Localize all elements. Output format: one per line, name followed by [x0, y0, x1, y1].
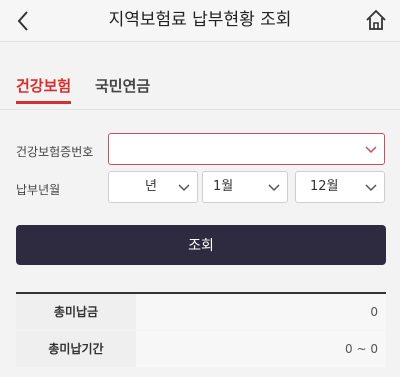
- chevron-down-icon: [365, 184, 377, 192]
- tab-bar: 건강보험 국민연금: [0, 66, 400, 110]
- home-icon: [366, 9, 386, 30]
- app-header: 지역보험료 납부현황 조회: [0, 0, 400, 42]
- tab-national-pension[interactable]: 국민연금: [95, 74, 150, 104]
- summary-table: 총미납금 0 총미납기간 0 ~ 0: [16, 292, 386, 377]
- month-end-select[interactable]: 12월: [295, 171, 385, 203]
- month-start-value: 1월: [213, 179, 234, 194]
- month-end-value: 12월: [310, 179, 339, 194]
- total-unpaid-amount-label: 총미납금: [16, 294, 136, 330]
- payment-month-label: 납부년월: [16, 183, 61, 197]
- year-select-value: 년: [145, 179, 157, 194]
- table-row: 총미납기간 0 ~ 0: [16, 331, 386, 367]
- total-unpaid-amount-value: 0: [136, 294, 386, 330]
- page-title: 지역보험료 납부현황 조회: [108, 10, 292, 30]
- table-row: 총미납금 0: [16, 294, 386, 330]
- total-unpaid-period-label: 총미납기간: [16, 331, 136, 367]
- chevron-down-icon: [268, 184, 280, 192]
- insurance-number-label: 건강보험증번호: [16, 145, 94, 159]
- month-start-select[interactable]: 1월: [202, 171, 288, 203]
- chevron-down-icon: [365, 146, 377, 154]
- chevron-left-icon: [17, 11, 28, 31]
- back-button[interactable]: [10, 6, 36, 36]
- chevron-down-icon: [178, 184, 190, 192]
- total-unpaid-period-value: 0 ~ 0: [136, 331, 386, 367]
- tab-health-insurance[interactable]: 건강보험: [16, 74, 72, 104]
- search-button[interactable]: 조회: [16, 225, 386, 265]
- home-button[interactable]: [362, 5, 390, 35]
- year-select[interactable]: 년: [108, 171, 198, 203]
- insurance-number-select[interactable]: [108, 133, 385, 165]
